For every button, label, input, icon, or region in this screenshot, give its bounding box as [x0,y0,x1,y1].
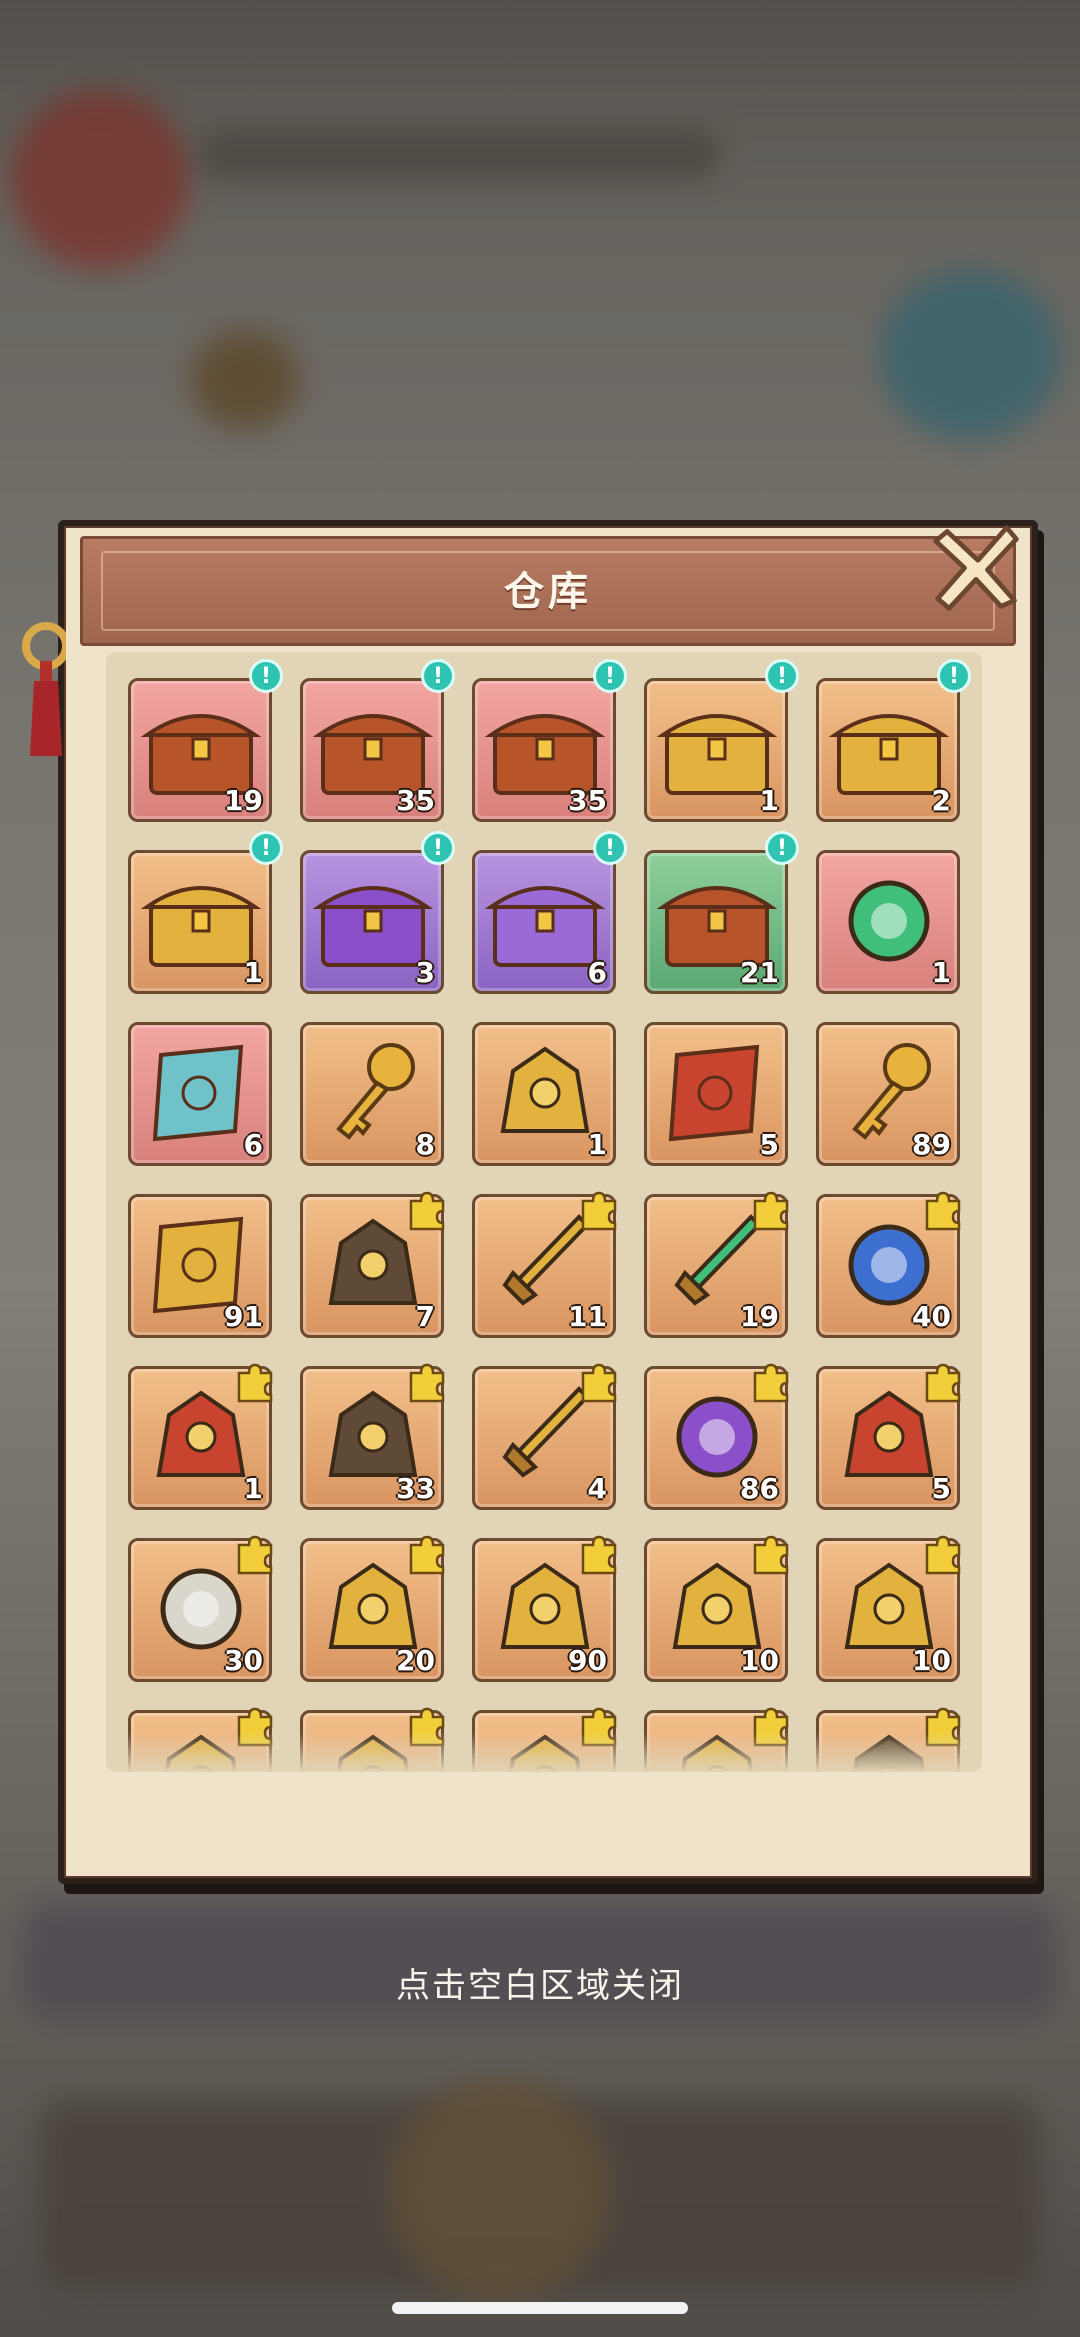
item-count: 35 [396,784,435,817]
item-count: 40 [912,1300,951,1333]
inventory-slot[interactable]: ! 35 [472,659,627,822]
item-count: 86 [740,1472,779,1505]
item-count: 30 [224,1644,263,1677]
new-item-alert-icon: ! [421,659,455,693]
puzzle-fragment-icon [409,1363,445,1403]
home-indicator[interactable] [392,2302,688,2314]
inventory-slot[interactable]: ! 35 [300,659,455,822]
tassel-ornament-icon [22,622,66,756]
puzzle-fragment-icon [237,1535,273,1575]
item-count: 10 [740,1644,779,1677]
item-count: 2 [931,784,951,817]
new-item-alert-icon: ! [421,831,455,865]
inventory-slot[interactable]: ! 2 [816,659,971,822]
warehouse-panel: 仓库 ! 19 ! 35 ! 35 ! 1 ! 2 ! 1 ! 3 ! 6 ! … [22,518,1038,1884]
puzzle-fragment-icon [753,1191,789,1231]
inventory-slot[interactable]: 5 [816,1363,961,1510]
item-count: 1 [759,784,779,817]
panel-header: 仓库 [80,536,1016,646]
inventory-slot[interactable]: 10 [644,1535,789,1682]
puzzle-fragment-icon [925,1363,961,1403]
inventory-slot[interactable]: ! 19 [128,659,283,822]
puzzle-fragment-icon [925,1191,961,1231]
new-item-alert-icon: ! [937,659,971,693]
puzzle-fragment-icon [409,1191,445,1231]
item-count: 7 [415,1300,435,1333]
new-item-alert-icon: ! [593,659,627,693]
item-count: 5 [759,1128,779,1161]
puzzle-fragment-icon [581,1535,617,1575]
inventory-slot[interactable]: ! 21 [644,831,799,994]
new-item-alert-icon: ! [249,831,283,865]
item-count: 89 [912,1128,951,1161]
inventory-slot[interactable]: 5 [644,1022,788,1166]
new-item-alert-icon: ! [765,831,799,865]
item-count: 3 [415,956,435,989]
item-count: 19 [224,784,263,817]
inventory-slot[interactable]: 40 [816,1191,961,1338]
item-count: 5 [931,1472,951,1505]
inventory-slot[interactable]: 91 [128,1194,272,1338]
inventory-slot[interactable]: 1 [816,850,960,994]
item-count: 10 [912,1644,951,1677]
item-count: 1 [243,1472,263,1505]
inventory-slot[interactable]: 33 [300,1363,445,1510]
item-count: 6 [587,956,607,989]
inventory-slot[interactable]: 90 [472,1535,617,1682]
item-count: 35 [568,784,607,817]
puzzle-fragment-icon [753,1363,789,1403]
inventory-slot[interactable]: 89 [816,1022,960,1166]
puzzle-fragment-icon [753,1535,789,1575]
puzzle-fragment-icon [581,1363,617,1403]
item-count: 91 [224,1300,263,1333]
inventory-slot[interactable]: 1 [472,1022,616,1166]
inventory-slot[interactable]: 86 [644,1363,789,1510]
item-count: 6 [243,1128,263,1161]
inventory-slot[interactable]: ! 6 [472,831,627,994]
inventory-slot[interactable]: ! 1 [644,659,799,822]
item-count: 90 [568,1644,607,1677]
inventory-slot[interactable]: 11 [472,1191,617,1338]
puzzle-fragment-icon [581,1191,617,1231]
inventory-slot[interactable]: ! 3 [300,831,455,994]
item-count: 1 [931,956,951,989]
new-item-alert-icon: ! [249,659,283,693]
puzzle-fragment-icon [409,1535,445,1575]
inventory-slot[interactable]: 30 [128,1535,273,1682]
item-count: 1 [587,1128,607,1161]
item-count: 21 [740,956,779,989]
inventory-slot[interactable]: 20 [300,1535,445,1682]
close-x-icon[interactable] [928,518,1024,614]
panel-title: 仓库 [504,569,592,615]
item-count: 11 [568,1300,607,1333]
inventory-grid: ! 19 ! 35 ! 35 ! 1 ! 2 ! 1 ! 3 ! 6 ! 21 … [128,659,971,1772]
inventory-grid-area[interactable]: ! 19 ! 35 ! 35 ! 1 ! 2 ! 1 ! 3 ! 6 ! 21 … [106,652,982,1772]
item-count: 1 [243,956,263,989]
inventory-slot[interactable]: 6 [128,1022,272,1166]
item-count: 19 [740,1300,779,1333]
item-count: 4 [587,1472,607,1505]
inventory-slot[interactable]: ! 1 [128,831,283,994]
inventory-slot[interactable]: 8 [300,1022,444,1166]
inventory-slot[interactable]: 10 [816,1535,961,1682]
puzzle-fragment-icon [925,1535,961,1575]
inventory-slot[interactable]: 7 [300,1191,445,1338]
new-item-alert-icon: ! [765,659,799,693]
inventory-slot[interactable]: 19 [644,1191,789,1338]
inventory-slot[interactable]: 4 [472,1363,617,1510]
item-count: 8 [415,1128,435,1161]
new-item-alert-icon: ! [593,831,627,865]
inventory-slot[interactable]: 1 [128,1363,273,1510]
tap-outside-to-close-hint: 点击空白区域关闭 [396,1966,684,2006]
puzzle-fragment-icon [237,1363,273,1403]
item-count: 33 [396,1472,435,1505]
item-count: 20 [396,1644,435,1677]
